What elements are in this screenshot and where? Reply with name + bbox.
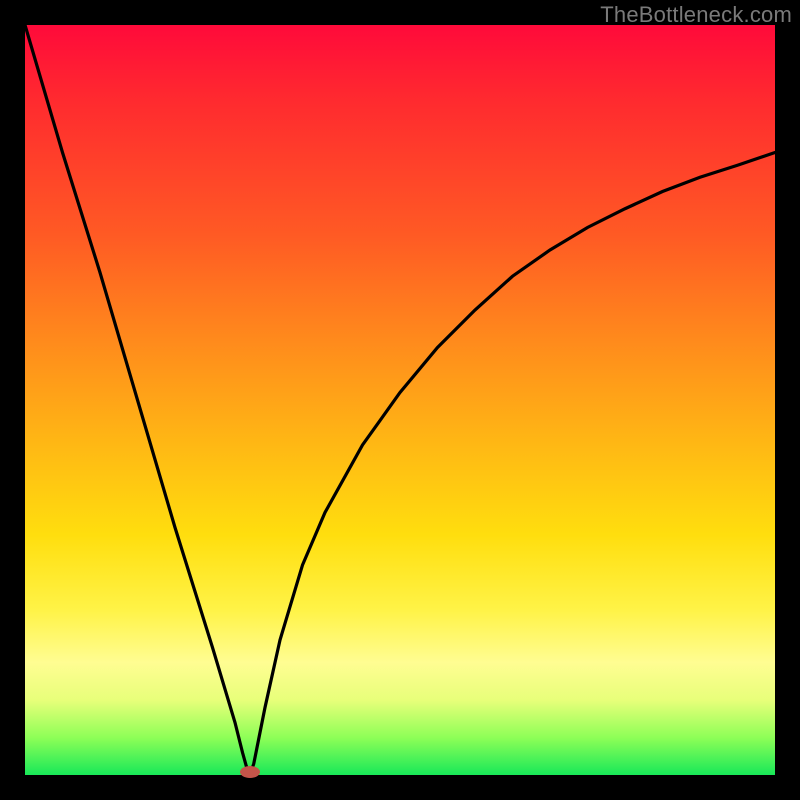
watermark-text: TheBottleneck.com [600, 2, 792, 28]
min-marker [240, 766, 260, 778]
curve-right-branch [250, 153, 775, 776]
curve-left-branch [25, 25, 250, 775]
bottleneck-curve [25, 25, 775, 775]
plot-area [25, 25, 775, 775]
chart-stage: TheBottleneck.com [0, 0, 800, 800]
